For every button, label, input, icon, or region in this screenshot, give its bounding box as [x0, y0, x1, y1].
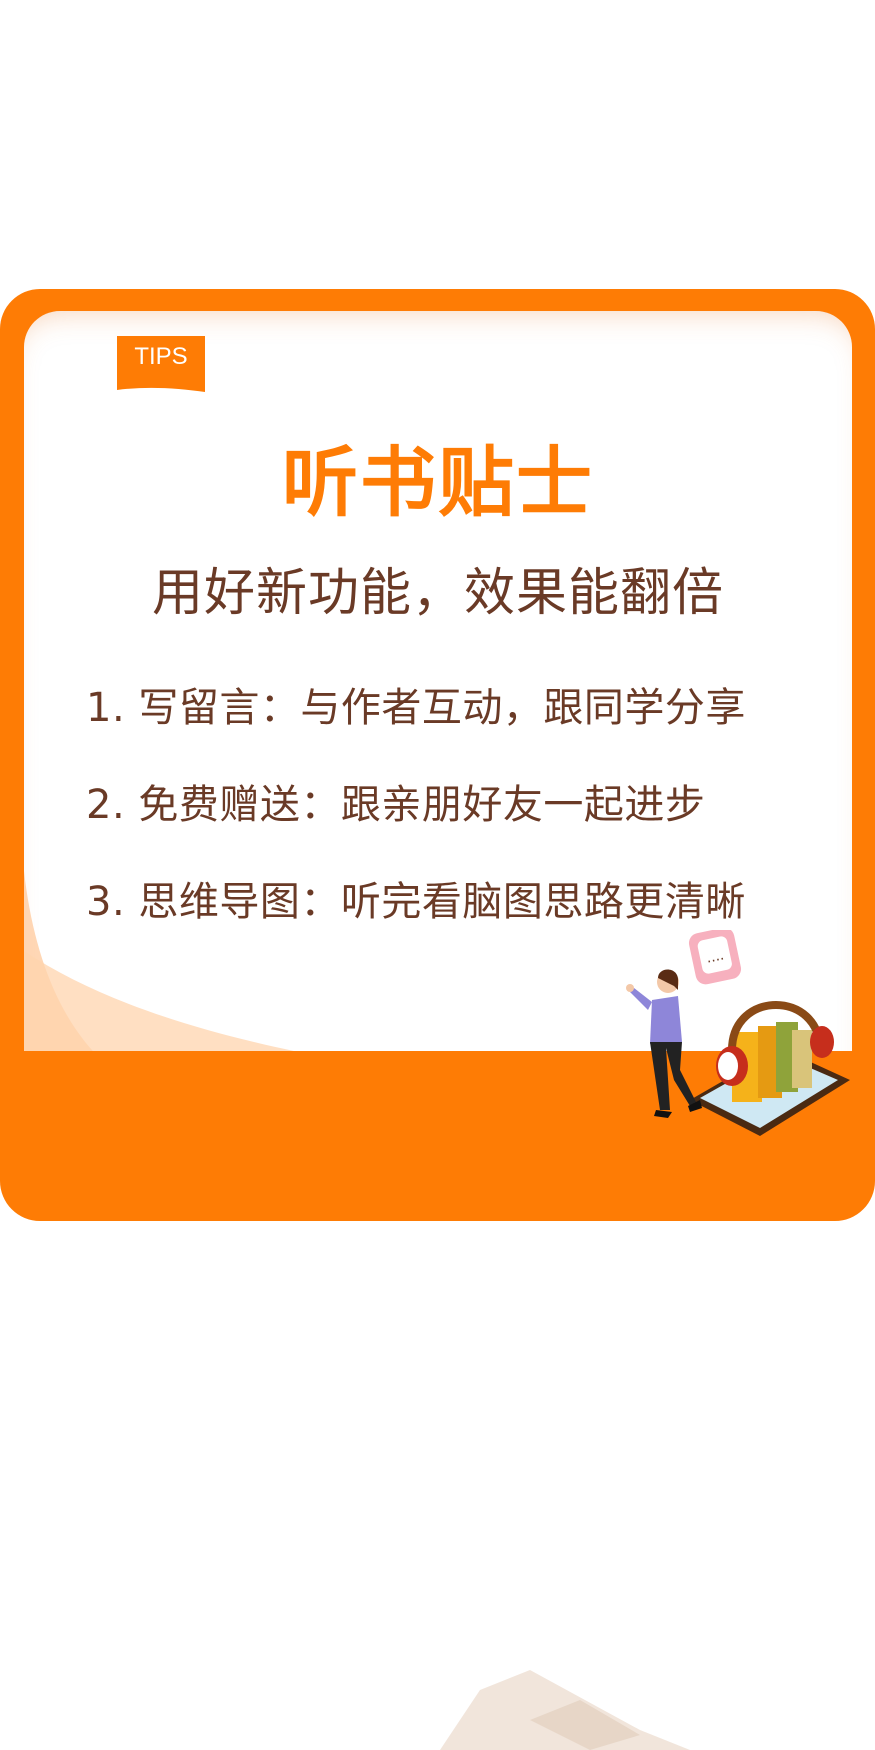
reading-illustration: .... — [626, 930, 850, 1136]
tip-item-3: 3. 思维导图：听完看脑图思路更清晰 — [86, 879, 746, 925]
page-subtitle: 用好新功能，效果能翻倍 — [151, 564, 724, 623]
chat-bubble-icon: .... — [688, 930, 742, 985]
page-title: 听书贴士 — [282, 438, 594, 527]
tip-item-1: 1. 写留言：与作者互动，跟同学分享 — [86, 685, 746, 731]
person-illustration — [626, 969, 702, 1118]
tip-item-2: 2. 免费赠送：跟亲朋好友一起进步 — [86, 782, 706, 828]
bottom-decoration — [440, 1670, 690, 1750]
tips-tag-label: TIPS — [134, 343, 188, 370]
